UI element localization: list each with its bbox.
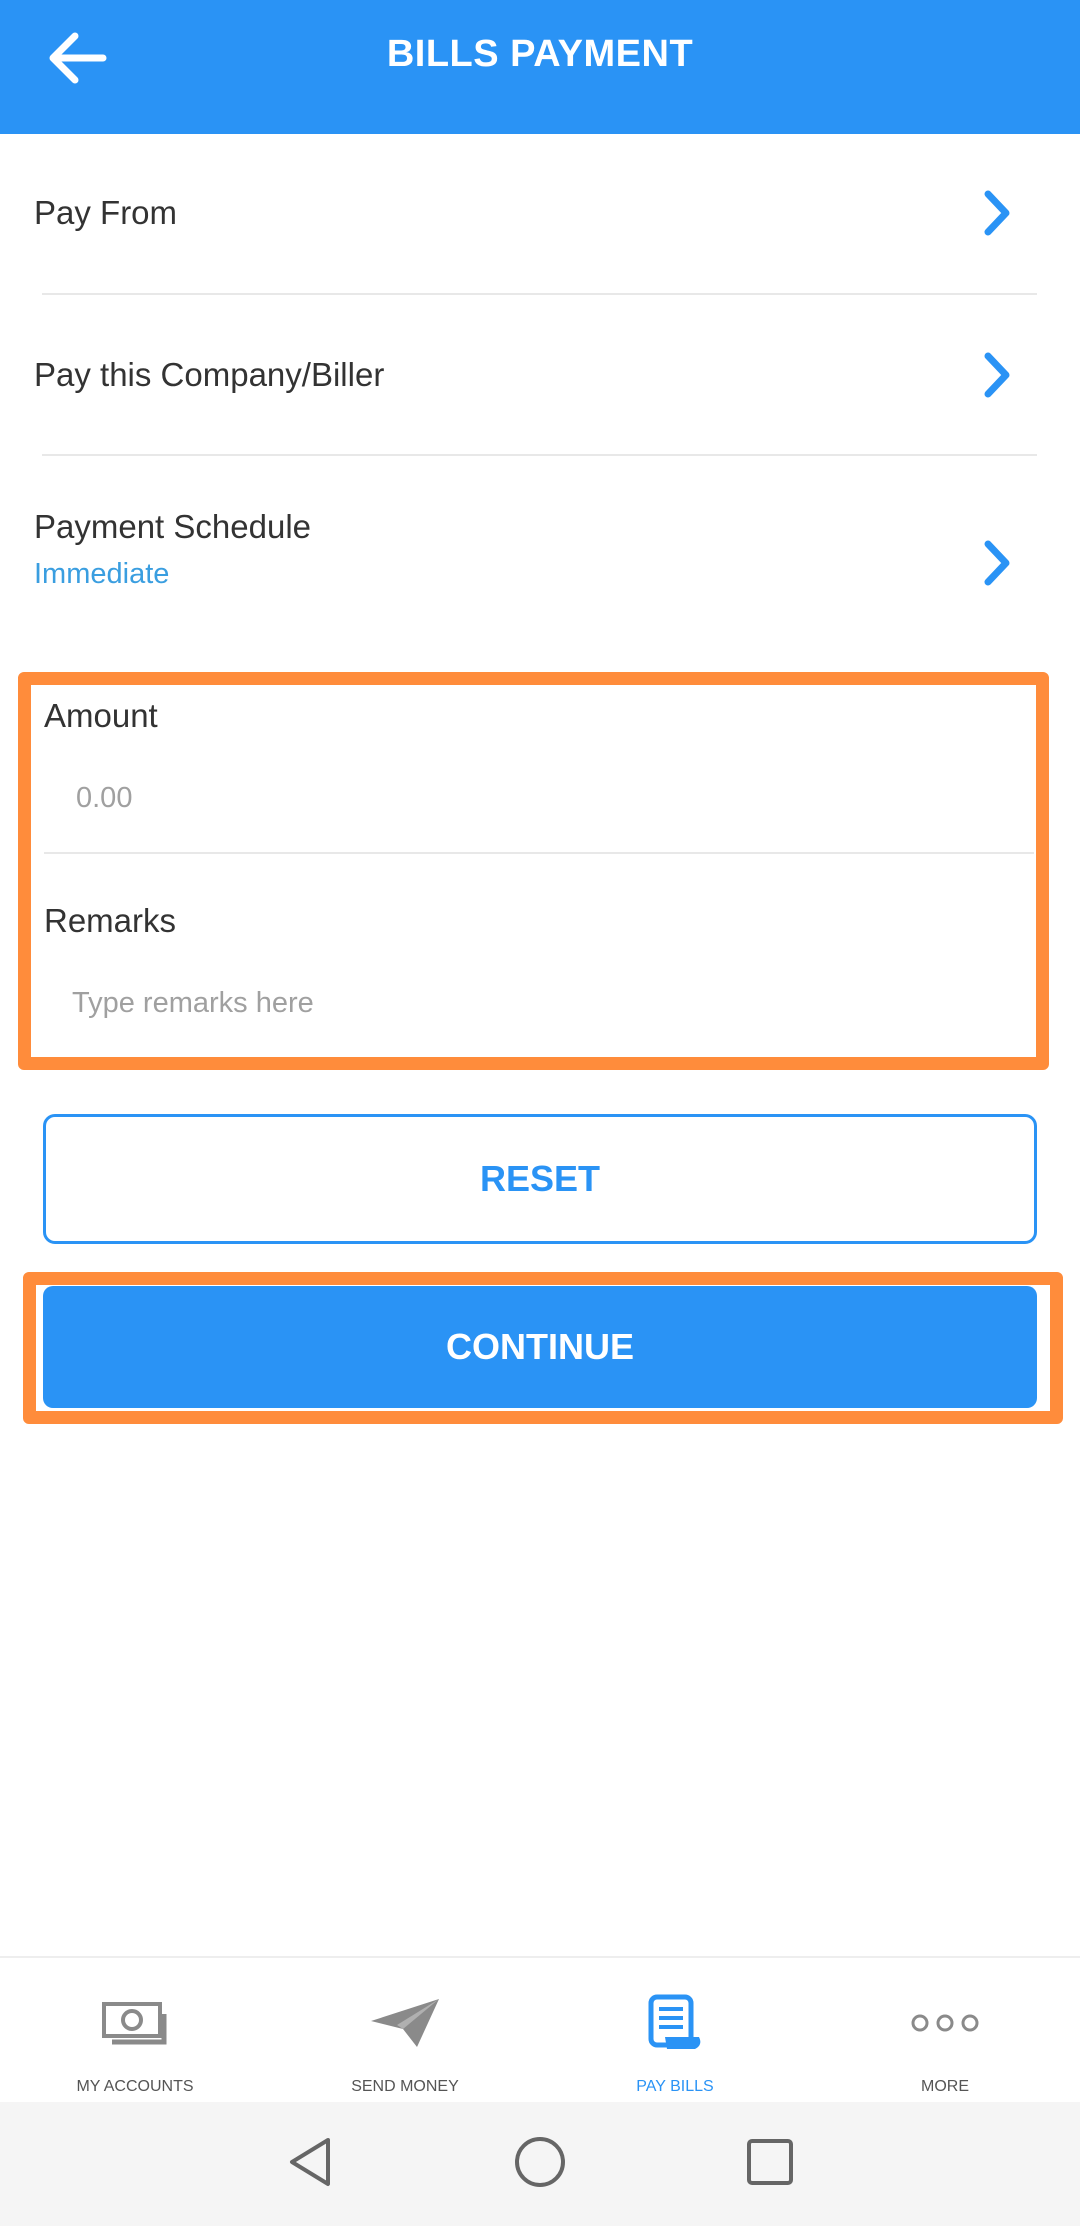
nav-item-my-accounts[interactable]: MY ACCOUNTS	[0, 1958, 270, 2104]
bottom-nav: MY ACCOUNTS SEND MONEY PAY BILLS MORE	[0, 1956, 1080, 2104]
remarks-input[interactable]	[72, 985, 972, 1021]
page-title: BILLS PAYMENT	[386, 33, 694, 75]
payment-schedule-label: Payment Schedule	[34, 508, 312, 545]
amount-label: Amount	[44, 697, 158, 734]
nav-item-pay-bills[interactable]: PAY BILLS	[540, 1958, 810, 2104]
amount-input[interactable]	[76, 780, 976, 816]
payment-schedule-value: Immediate	[34, 558, 170, 590]
chevron-right-icon	[978, 350, 1018, 400]
remarks-label: Remarks	[44, 902, 177, 939]
nav-label: MORE	[921, 2078, 969, 2095]
bills-payment-screen: BILLS PAYMENT Pay From Pay this Company/…	[0, 0, 1080, 2226]
continue-button[interactable]: CONTINUE	[43, 1286, 1037, 1408]
pay-from-row[interactable]: Pay From	[0, 134, 1080, 294]
reset-button[interactable]: RESET	[43, 1114, 1037, 1244]
pay-from-label: Pay From	[34, 194, 178, 231]
more-dots-icon	[895, 1988, 995, 2058]
system-nav-bar	[0, 2102, 1080, 2226]
nav-item-more[interactable]: MORE	[810, 1958, 1080, 2104]
paper-plane-icon	[355, 1988, 455, 2058]
circle-home-icon	[512, 2134, 568, 2195]
bill-receipt-icon	[625, 1988, 725, 2058]
pay-biller-row[interactable]: Pay this Company/Biller	[0, 295, 1080, 455]
system-recents-button[interactable]	[740, 2134, 800, 2194]
square-recents-icon	[742, 2134, 798, 2195]
chevron-right-icon	[978, 188, 1018, 238]
chevron-right-icon	[978, 538, 1018, 588]
nav-item-send-money[interactable]: SEND MONEY	[270, 1958, 540, 2104]
triangle-back-icon	[282, 2134, 338, 2195]
cash-icon	[85, 1988, 185, 2058]
nav-label: PAY BILLS	[636, 2078, 714, 2095]
pay-biller-label: Pay this Company/Biller	[34, 356, 385, 393]
nav-label: SEND MONEY	[351, 2078, 459, 2095]
system-back-button[interactable]	[280, 2134, 340, 2194]
app-header: BILLS PAYMENT	[0, 0, 1080, 134]
divider	[44, 852, 1034, 854]
nav-label: MY ACCOUNTS	[76, 2078, 194, 2095]
system-home-button[interactable]	[510, 2134, 570, 2194]
payment-schedule-row[interactable]: Payment Schedule Immediate	[0, 456, 1080, 636]
